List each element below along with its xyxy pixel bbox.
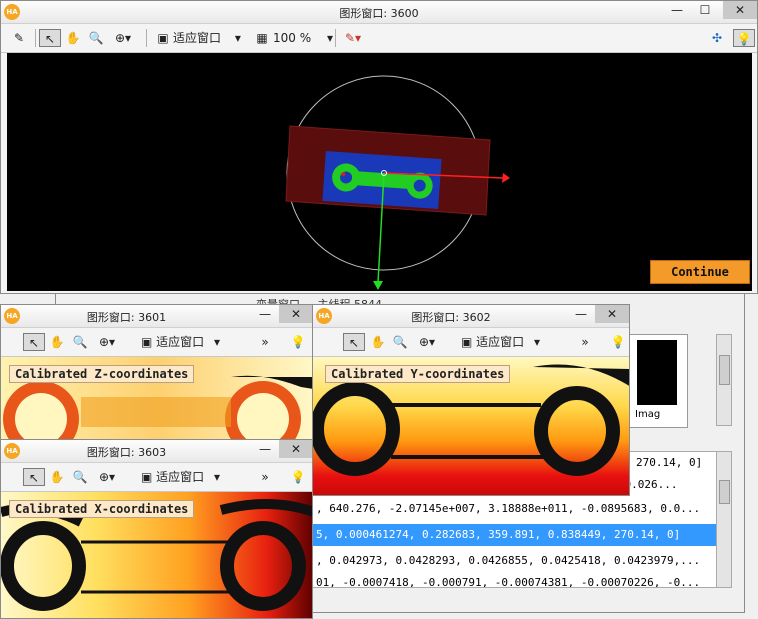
zoom-percent-icon[interactable]: ▦ xyxy=(253,29,271,47)
fit-window-dropdown[interactable]: 适应窗口 ▾ xyxy=(173,29,249,47)
var-row-selected[interactable]: 5, 0.000461274, 0.282683, 359.891, 0.838… xyxy=(312,524,717,546)
pointer-tool-icon[interactable]: ↖ xyxy=(343,333,365,351)
minimize-button[interactable]: — xyxy=(251,440,279,458)
fit-window-dropdown[interactable]: ▣ 适应窗口 ▾ xyxy=(141,468,241,486)
more-chevron-icon[interactable]: » xyxy=(259,468,271,486)
hand-tool-icon[interactable]: ✋ xyxy=(368,333,388,351)
canvas-label: Calibrated Z-coordinates xyxy=(9,365,195,383)
var-row[interactable]: 270.14, 0] xyxy=(632,452,717,474)
close-button[interactable]: ✕ xyxy=(723,1,757,19)
close-button[interactable]: ✕ xyxy=(279,440,312,458)
preview-panel: Imag xyxy=(626,334,688,428)
maximize-button[interactable]: ☐ xyxy=(691,1,719,19)
magnify-icon[interactable]: 🔍 xyxy=(71,333,89,351)
title-bar: HA 图形窗口: 3600 — ☐ ✕ xyxy=(1,1,757,24)
zoom-in-icon[interactable]: ⊕▾ xyxy=(93,468,121,486)
toolbar: ↖ ✋ 🔍 ⊕▾ ▣ 适应窗口 ▾ » 💡 xyxy=(1,463,312,492)
graphics-window-3601: HA 图形窗口: 3601 — ✕ ↖ ✋ 🔍 ⊕▾ ▣ 适应窗口 ▾ » 💡 … xyxy=(0,304,313,444)
minimize-button[interactable]: — xyxy=(567,305,595,323)
y-image-canvas[interactable]: Calibrated Y-coordinates xyxy=(313,357,629,495)
magnify-icon[interactable]: 🔍 xyxy=(71,468,89,486)
var-row[interactable]: , 640.276, -2.07145e+007, 3.18888e+011, … xyxy=(312,498,717,520)
minimize-button[interactable]: — xyxy=(251,305,279,323)
toolbar: ↖ ✋ 🔍 ⊕▾ ▣ 适应窗口 ▾ » 💡 xyxy=(313,328,629,357)
list-scrollbar[interactable] xyxy=(716,451,732,588)
magnify-icon[interactable]: 🔍 xyxy=(391,333,409,351)
preview-label: Imag xyxy=(635,409,661,420)
zoom-in-icon[interactable]: ⊕▾ xyxy=(109,29,137,47)
graphics-window-3600: HA 图形窗口: 3600 — ☐ ✕ ✎ ↖ ✋ 🔍 ⊕▾ ▣ 适应窗口 ▾ … xyxy=(0,0,758,294)
pose-visualization xyxy=(285,75,510,290)
pointer-tool-icon[interactable]: ↖ xyxy=(39,29,61,47)
image-canvas[interactable]: Continue xyxy=(7,53,752,291)
zoom-in-icon[interactable]: ⊕▾ xyxy=(413,333,441,351)
z-image-canvas[interactable]: Calibrated Z-coordinates xyxy=(1,357,312,443)
fit-window-dropdown[interactable]: ▣ 适应窗口 ▾ xyxy=(141,333,241,351)
canvas-label: Calibrated Y-coordinates xyxy=(325,365,511,383)
more-chevron-icon[interactable]: » xyxy=(579,333,591,351)
vertical-scrollbar[interactable] xyxy=(716,334,732,426)
bulb-icon[interactable]: 💡 xyxy=(289,333,307,351)
hand-tool-icon[interactable]: ✋ xyxy=(63,29,83,47)
var-row[interactable]: 01, -0.0007418, -0.000791, -0.00074381, … xyxy=(312,572,717,587)
graphics-window-3603: HA 图形窗口: 3603 — ✕ ↖ ✋ 🔍 ⊕▾ ▣ 适应窗口 ▾ » 💡 … xyxy=(0,439,313,619)
pointer-tool-icon[interactable]: ↖ xyxy=(23,333,45,351)
window-title: 图形窗口: 3600 xyxy=(339,7,419,20)
axis-settings-icon[interactable]: ✣ xyxy=(706,29,728,47)
close-button[interactable]: ✕ xyxy=(595,305,629,323)
continue-button[interactable]: Continue xyxy=(650,260,750,284)
x-image-canvas[interactable]: Calibrated X-coordinates xyxy=(1,492,312,618)
edit-tool-icon[interactable]: ✎ xyxy=(9,29,29,47)
zoom-percent-dropdown[interactable]: 100 % ▾ xyxy=(273,29,333,47)
bulb-icon[interactable]: 💡 xyxy=(609,333,627,351)
hand-tool-icon[interactable]: ✋ xyxy=(47,468,67,486)
bulb-icon[interactable]: 💡 xyxy=(733,29,755,47)
title-bar: HA 图形窗口: 3601 — ✕ xyxy=(1,305,312,328)
var-row[interactable]: , 0.042973, 0.0428293, 0.0426855, 0.0425… xyxy=(312,550,717,572)
toolbar: ↖ ✋ 🔍 ⊕▾ ▣ 适应窗口 ▾ » 💡 xyxy=(1,328,312,357)
toolbar: ✎ ↖ ✋ 🔍 ⊕▾ ▣ 适应窗口 ▾ ▦ 100 % ▾ ✎▾ ✣ 💡 xyxy=(1,24,757,53)
fit-window-dropdown[interactable]: ▣ 适应窗口 ▾ xyxy=(461,333,561,351)
canvas-label: Calibrated X-coordinates xyxy=(9,500,195,518)
title-bar: HA 图形窗口: 3602 — ✕ xyxy=(313,305,629,328)
graphics-window-3602: HA 图形窗口: 3602 — ✕ ↖ ✋ 🔍 ⊕▾ ▣ 适应窗口 ▾ » 💡 … xyxy=(312,304,630,496)
title-bar: HA 图形窗口: 3603 — ✕ xyxy=(1,440,312,463)
more-chevron-icon[interactable]: » xyxy=(259,333,271,351)
close-button[interactable]: ✕ xyxy=(279,305,312,323)
zoom-in-icon[interactable]: ⊕▾ xyxy=(93,333,121,351)
magnify-icon[interactable]: 🔍 xyxy=(86,29,106,47)
fit-window-icon[interactable]: ▣ xyxy=(154,29,172,47)
color-tool-icon[interactable]: ✎▾ xyxy=(339,29,367,47)
bulb-icon[interactable]: 💡 xyxy=(289,468,307,486)
minimize-button[interactable]: — xyxy=(663,1,691,19)
pointer-tool-icon[interactable]: ↖ xyxy=(23,468,45,486)
hand-tool-icon[interactable]: ✋ xyxy=(47,333,67,351)
